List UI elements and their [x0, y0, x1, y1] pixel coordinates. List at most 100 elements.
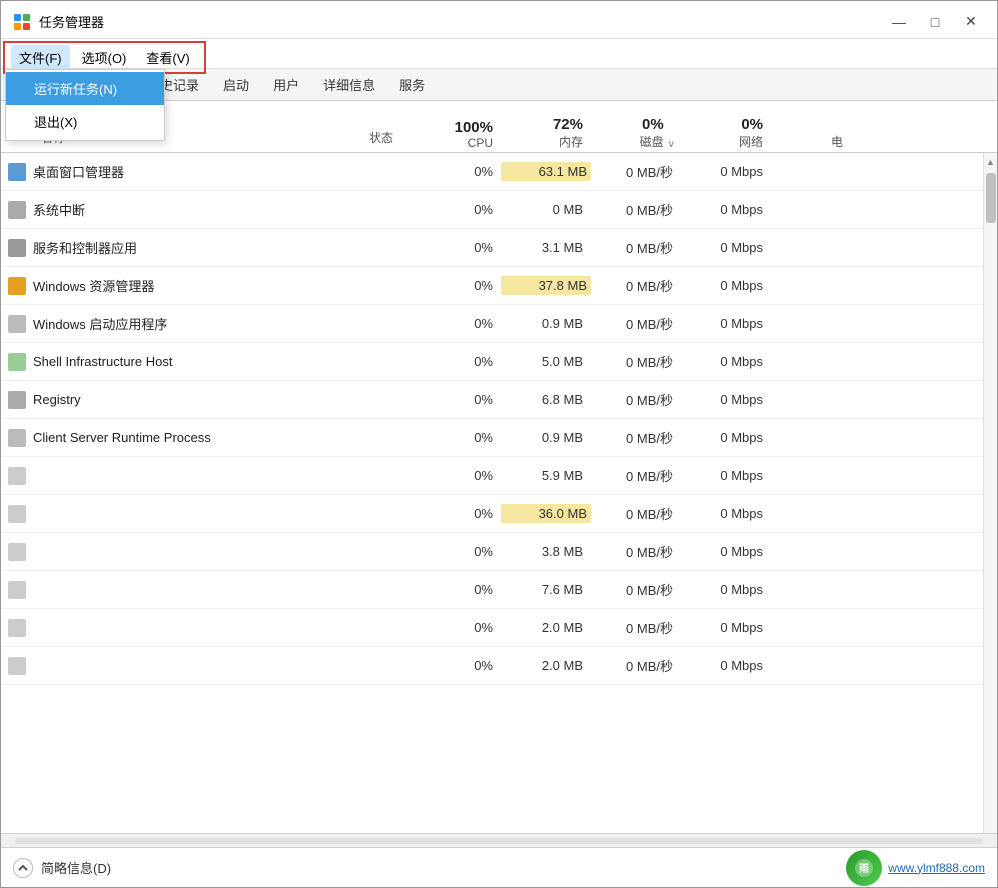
- file-dropdown: 运行新任务(N) 退出(X): [5, 69, 165, 141]
- col-mem-header[interactable]: 72% 内存: [501, 116, 591, 150]
- menu-bar: 文件(F) 选项(O) 查看(V) 运行新任务(N) 退出(X): [1, 39, 997, 69]
- row-disk-8: 0 MB/秒: [591, 466, 681, 485]
- table-row[interactable]: 0% 36.0 MB 0 MB/秒 0 Mbps: [1, 495, 983, 533]
- row-mem-9: 36.0 MB: [501, 504, 591, 523]
- window-title: 任务管理器: [39, 12, 104, 31]
- table-row[interactable]: Shell Infrastructure Host 0% 5.0 MB 0 MB…: [1, 343, 983, 381]
- table-row[interactable]: Client Server Runtime Process 0% 0.9 MB …: [1, 419, 983, 457]
- logo-icon: 雨: [853, 857, 875, 879]
- table-row[interactable]: Registry 0% 6.8 MB 0 MB/秒 0 Mbps: [1, 381, 983, 419]
- scroll-up-arrow[interactable]: ▲: [984, 155, 997, 169]
- row-net-13: 0 Mbps: [681, 658, 771, 673]
- col-status-header: 状态: [341, 129, 421, 150]
- row-cpu-1: 0%: [421, 202, 501, 217]
- row-net-0: 0 Mbps: [681, 164, 771, 179]
- tab-users[interactable]: 用户: [261, 70, 311, 99]
- row-net-11: 0 Mbps: [681, 582, 771, 597]
- row-icon-10: [1, 543, 33, 561]
- row-icon-11: [1, 581, 33, 599]
- row-cpu-12: 0%: [421, 620, 501, 635]
- status-bar: 简略信息(D) 雨 www.ylmf888.com: [1, 847, 997, 887]
- row-cpu-4: 0%: [421, 316, 501, 331]
- tab-startup[interactable]: 启动: [211, 70, 261, 99]
- table-row[interactable]: 服务和控制器应用 0% 3.1 MB 0 MB/秒 0 Mbps: [1, 229, 983, 267]
- vertical-scrollbar[interactable]: ▲: [983, 153, 997, 833]
- table-row[interactable]: 桌面窗口管理器 0% 63.1 MB 0 MB/秒 0 Mbps: [1, 153, 983, 191]
- table-row[interactable]: 0% 2.0 MB 0 MB/秒 0 Mbps: [1, 609, 983, 647]
- title-controls: — □ ✕: [885, 11, 985, 33]
- row-icon-13: [1, 657, 33, 675]
- col-net-header[interactable]: 0% 网络: [681, 116, 771, 150]
- row-net-5: 0 Mbps: [681, 354, 771, 369]
- row-mem-13: 2.0 MB: [501, 658, 591, 673]
- scroll-thumb[interactable]: [986, 173, 996, 223]
- tab-details[interactable]: 详细信息: [311, 70, 387, 99]
- row-disk-10: 0 MB/秒: [591, 542, 681, 561]
- status-left: 简略信息(D): [13, 858, 111, 878]
- row-mem-2: 3.1 MB: [501, 240, 591, 255]
- row-disk-13: 0 MB/秒: [591, 656, 681, 675]
- row-name-5: Shell Infrastructure Host: [33, 354, 341, 369]
- row-cpu-5: 0%: [421, 354, 501, 369]
- row-net-10: 0 Mbps: [681, 544, 771, 559]
- row-disk-5: 0 MB/秒: [591, 352, 681, 371]
- row-net-9: 0 Mbps: [681, 506, 771, 521]
- table-row[interactable]: Windows 启动应用程序 0% 0.9 MB 0 MB/秒 0 Mbps: [1, 305, 983, 343]
- row-mem-7: 0.9 MB: [501, 430, 591, 445]
- sort-icon: ∨: [664, 139, 679, 150]
- row-name-4: Windows 启动应用程序: [33, 314, 341, 333]
- row-icon-9: [1, 505, 33, 523]
- row-net-7: 0 Mbps: [681, 430, 771, 445]
- menu-run-new-task[interactable]: 运行新任务(N): [6, 72, 164, 105]
- menu-view[interactable]: 查看(V): [138, 45, 197, 70]
- col-cpu-header[interactable]: 100% CPU: [421, 119, 501, 150]
- app-icon: [13, 13, 31, 31]
- menu-file[interactable]: 文件(F): [11, 45, 70, 70]
- row-mem-10: 3.8 MB: [501, 544, 591, 559]
- row-icon-4: [1, 315, 33, 333]
- minimize-button[interactable]: —: [885, 11, 913, 33]
- table-row[interactable]: 系统中断 0% 0 MB 0 MB/秒 0 Mbps: [1, 191, 983, 229]
- table-row[interactable]: 0% 2.0 MB 0 MB/秒 0 Mbps: [1, 647, 983, 685]
- table-row[interactable]: 0% 3.8 MB 0 MB/秒 0 Mbps: [1, 533, 983, 571]
- close-button[interactable]: ✕: [957, 11, 985, 33]
- tab-services[interactable]: 服务: [387, 70, 437, 99]
- row-icon-2: [1, 239, 33, 257]
- table-row[interactable]: 0% 5.9 MB 0 MB/秒 0 Mbps: [1, 457, 983, 495]
- watermark-url: www.ylmf888.com: [888, 861, 985, 875]
- table-row[interactable]: Windows 资源管理器 0% 37.8 MB 0 MB/秒 0 Mbps: [1, 267, 983, 305]
- row-icon-3: [1, 277, 33, 295]
- row-mem-8: 5.9 MB: [501, 468, 591, 483]
- row-mem-4: 0.9 MB: [501, 316, 591, 331]
- row-net-1: 0 Mbps: [681, 202, 771, 217]
- row-net-3: 0 Mbps: [681, 278, 771, 293]
- title-bar: 任务管理器 — □ ✕: [1, 1, 997, 39]
- row-icon-6: [1, 391, 33, 409]
- col-disk-header[interactable]: 0% 磁盘 ∨: [591, 116, 681, 150]
- table-row[interactable]: 0% 7.6 MB 0 MB/秒 0 Mbps: [1, 571, 983, 609]
- row-cpu-6: 0%: [421, 392, 501, 407]
- row-icon-8: [1, 467, 33, 485]
- row-cpu-2: 0%: [421, 240, 501, 255]
- row-cpu-3: 0%: [421, 278, 501, 293]
- menu-exit[interactable]: 退出(X): [6, 105, 164, 138]
- row-name-2: 服务和控制器应用: [33, 238, 341, 257]
- row-icon-0: [1, 163, 33, 181]
- menu-options[interactable]: 选项(O): [74, 45, 135, 70]
- row-net-6: 0 Mbps: [681, 392, 771, 407]
- row-cpu-13: 0%: [421, 658, 501, 673]
- row-disk-4: 0 MB/秒: [591, 314, 681, 333]
- row-cpu-9: 0%: [421, 506, 501, 521]
- row-icon-12: [1, 619, 33, 637]
- col-power-header[interactable]: 电: [771, 133, 851, 150]
- horizontal-scrollbar[interactable]: [1, 833, 997, 847]
- row-mem-3: 37.8 MB: [501, 276, 591, 295]
- expand-button[interactable]: [13, 858, 33, 878]
- row-name-6: Registry: [33, 392, 341, 407]
- status-label: 简略信息(D): [41, 858, 111, 877]
- row-mem-1: 0 MB: [501, 202, 591, 217]
- maximize-button[interactable]: □: [921, 11, 949, 33]
- process-table: 桌面窗口管理器 0% 63.1 MB 0 MB/秒 0 Mbps 系统中断 0%…: [1, 153, 983, 833]
- row-cpu-10: 0%: [421, 544, 501, 559]
- row-net-4: 0 Mbps: [681, 316, 771, 331]
